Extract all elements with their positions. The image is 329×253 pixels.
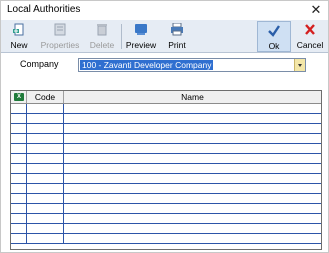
grid-body: [11, 104, 321, 249]
ok-button[interactable]: Ok: [257, 21, 291, 52]
row-indicator[interactable]: [11, 124, 27, 133]
new-button[interactable]: New: [3, 21, 35, 52]
name-cell[interactable]: [64, 184, 321, 193]
export-excel-button[interactable]: X: [11, 91, 27, 103]
code-cell[interactable]: [27, 204, 64, 213]
delete-button-label: Delete: [89, 40, 115, 50]
delete-button[interactable]: Delete: [85, 21, 119, 52]
new-button-label: New: [10, 40, 28, 50]
code-cell[interactable]: [27, 114, 64, 123]
code-cell[interactable]: [27, 124, 64, 133]
company-label: Company: [20, 59, 59, 69]
cancel-button-label: Cancel: [296, 40, 324, 50]
row-indicator[interactable]: [11, 114, 27, 123]
table-row[interactable]: [11, 204, 321, 214]
new-document-icon: [13, 23, 24, 36]
row-indicator[interactable]: [11, 224, 27, 233]
table-row[interactable]: [11, 124, 321, 134]
table-row[interactable]: [11, 114, 321, 124]
code-cell[interactable]: [27, 164, 64, 173]
row-indicator[interactable]: [11, 134, 27, 143]
preview-icon: [135, 24, 147, 35]
preview-button[interactable]: Preview: [123, 21, 159, 52]
table-row[interactable]: [11, 194, 321, 204]
properties-button-label: Properties: [40, 40, 80, 50]
window-close-button[interactable]: ✕: [308, 2, 324, 18]
name-cell[interactable]: [64, 104, 321, 113]
table-row[interactable]: [11, 164, 321, 174]
window-title: Local Authorities: [7, 4, 81, 15]
table-row[interactable]: [11, 144, 321, 154]
code-cell[interactable]: [27, 154, 64, 163]
row-indicator[interactable]: [11, 164, 27, 173]
row-indicator[interactable]: [11, 104, 27, 113]
name-cell[interactable]: [64, 144, 321, 153]
ok-button-label: Ok: [268, 41, 280, 51]
name-cell[interactable]: [64, 124, 321, 133]
code-cell[interactable]: [27, 184, 64, 193]
row-indicator[interactable]: [11, 234, 27, 243]
table-row[interactable]: [11, 184, 321, 194]
name-cell[interactable]: [64, 154, 321, 163]
chevron-down-icon[interactable]: [294, 59, 305, 71]
properties-button[interactable]: Properties: [37, 21, 83, 52]
print-button[interactable]: Print: [161, 21, 193, 52]
name-cell[interactable]: [64, 174, 321, 183]
row-indicator[interactable]: [11, 204, 27, 213]
code-cell[interactable]: [27, 104, 64, 113]
local-authorities-window: Local Authorities ✕ New Properties Delet…: [0, 0, 329, 253]
table-row[interactable]: [11, 214, 321, 224]
table-row[interactable]: [11, 104, 321, 114]
table-row[interactable]: [11, 174, 321, 184]
table-row[interactable]: [11, 224, 321, 234]
code-cell[interactable]: [27, 234, 64, 243]
code-cell[interactable]: [27, 214, 64, 223]
name-cell[interactable]: [64, 214, 321, 223]
column-header-name[interactable]: Name: [64, 91, 321, 103]
authorities-grid: X Code Name: [10, 90, 322, 250]
table-row[interactable]: [11, 134, 321, 144]
checkmark-icon: [268, 25, 280, 37]
code-cell[interactable]: [27, 134, 64, 143]
table-row[interactable]: [11, 154, 321, 164]
row-indicator[interactable]: [11, 154, 27, 163]
print-button-label: Print: [168, 40, 186, 50]
trash-icon: [97, 24, 107, 36]
name-cell[interactable]: [64, 164, 321, 173]
cancel-x-icon: [305, 24, 315, 35]
name-cell[interactable]: [64, 224, 321, 233]
code-cell[interactable]: [27, 224, 64, 233]
code-cell[interactable]: [27, 174, 64, 183]
table-row[interactable]: [11, 234, 321, 244]
row-indicator[interactable]: [11, 184, 27, 193]
grid-header: X Code Name: [11, 91, 321, 104]
printer-icon: [171, 23, 183, 36]
toolbar: New Properties Delete Preview Print Ok C…: [1, 20, 328, 53]
company-select[interactable]: 100 - Zavanti Developer Company: [78, 58, 306, 72]
cancel-button[interactable]: Cancel: [293, 21, 327, 52]
name-cell[interactable]: [64, 194, 321, 203]
excel-icon: X: [14, 93, 24, 101]
code-cell[interactable]: [27, 194, 64, 203]
row-indicator[interactable]: [11, 174, 27, 183]
company-select-value: 100 - Zavanti Developer Company: [80, 60, 214, 70]
name-cell[interactable]: [64, 134, 321, 143]
row-indicator[interactable]: [11, 144, 27, 153]
name-cell[interactable]: [64, 234, 321, 243]
column-header-code[interactable]: Code: [27, 91, 64, 103]
preview-button-label: Preview: [125, 40, 157, 50]
title-bar: Local Authorities ✕: [1, 1, 328, 19]
row-indicator[interactable]: [11, 194, 27, 203]
company-row: Company 100 - Zavanti Developer Company: [1, 54, 328, 76]
name-cell[interactable]: [64, 204, 321, 213]
toolbar-separator: [121, 24, 122, 49]
properties-icon: [54, 23, 66, 36]
code-cell[interactable]: [27, 144, 64, 153]
name-cell[interactable]: [64, 114, 321, 123]
row-indicator[interactable]: [11, 214, 27, 223]
